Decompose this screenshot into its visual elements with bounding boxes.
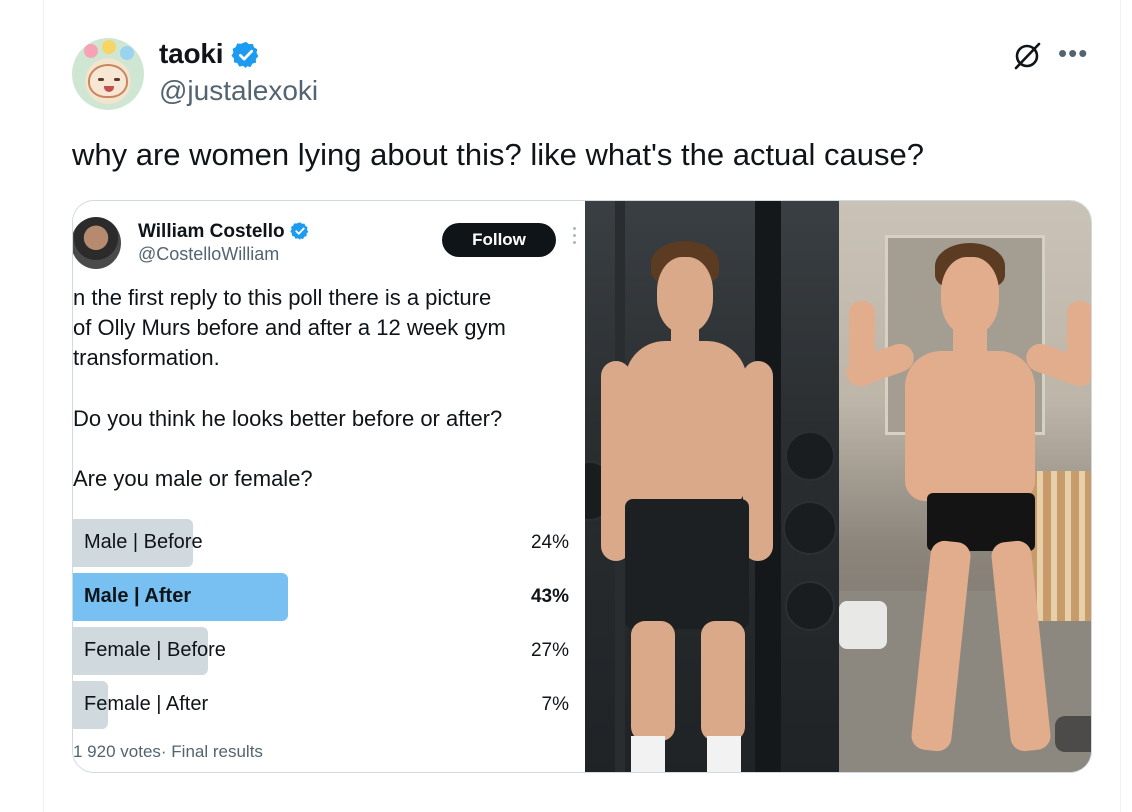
poll-option: Female | After 7% (73, 681, 573, 729)
more-options-icon (573, 227, 577, 247)
mute-icon[interactable] (1055, 716, 1091, 752)
flower-decoration (84, 44, 98, 58)
grok-icon[interactable] (1011, 40, 1043, 72)
poll-option: Male | After 43% (73, 573, 573, 621)
poll-text-line: transformation. (73, 345, 220, 370)
poll-author-name: William Costello (138, 221, 285, 242)
verified-badge-icon (290, 222, 309, 240)
poll-option-percent: 7% (541, 694, 569, 715)
tweet-text: why are women lying about this? like wha… (72, 137, 925, 172)
poll-author-handle: @CostelloWilliam (138, 244, 280, 264)
poll-option-label: Female | Before (84, 639, 226, 661)
timeline-border-left (43, 0, 44, 812)
quoted-poll-screenshot: William Costello @CostelloWilliam Follow… (73, 201, 585, 772)
poll-question: Do you think he looks better before or a… (73, 406, 503, 431)
author-avatar[interactable] (72, 38, 144, 110)
author-handle[interactable]: @justalexoki (159, 75, 318, 107)
poll-text-line: of Olly Murs before and after a 12 week … (73, 315, 506, 340)
avatar-eye (98, 78, 104, 81)
poll-footer: 1 920 votes· Final results (73, 742, 263, 761)
avatar-face (88, 64, 128, 98)
poll-option-percent: 24% (530, 532, 569, 553)
follow-button: Follow (442, 223, 556, 257)
before-photo (585, 201, 839, 772)
after-photo (839, 201, 1091, 772)
poll-option-label: Female | After (84, 693, 209, 715)
poll-option: Male | Before 24% (73, 519, 573, 567)
poll-question: Are you male or female? (73, 466, 313, 491)
poll-option-percent: 27% (530, 640, 569, 661)
poll-option-label: Male | After (84, 585, 192, 607)
tweet-media[interactable]: William Costello @CostelloWilliam Follow… (72, 200, 1092, 773)
flower-decoration (120, 46, 134, 60)
avatar-mouth (104, 86, 114, 92)
verified-badge-icon (231, 41, 259, 69)
avatar-eye (114, 78, 120, 81)
poll-option-percent: 43% (530, 586, 569, 607)
author-name[interactable]: taoki (159, 38, 224, 70)
poll-text-line: n the first reply to this poll there is … (73, 285, 492, 310)
poll-option-label: Male | Before (84, 531, 203, 553)
poll-option: Female | Before 27% (73, 627, 573, 675)
flower-decoration (102, 40, 116, 54)
timeline-border-right (1120, 0, 1121, 812)
poll-author-avatar (73, 217, 121, 269)
more-options-icon[interactable]: ••• (1058, 38, 1088, 69)
